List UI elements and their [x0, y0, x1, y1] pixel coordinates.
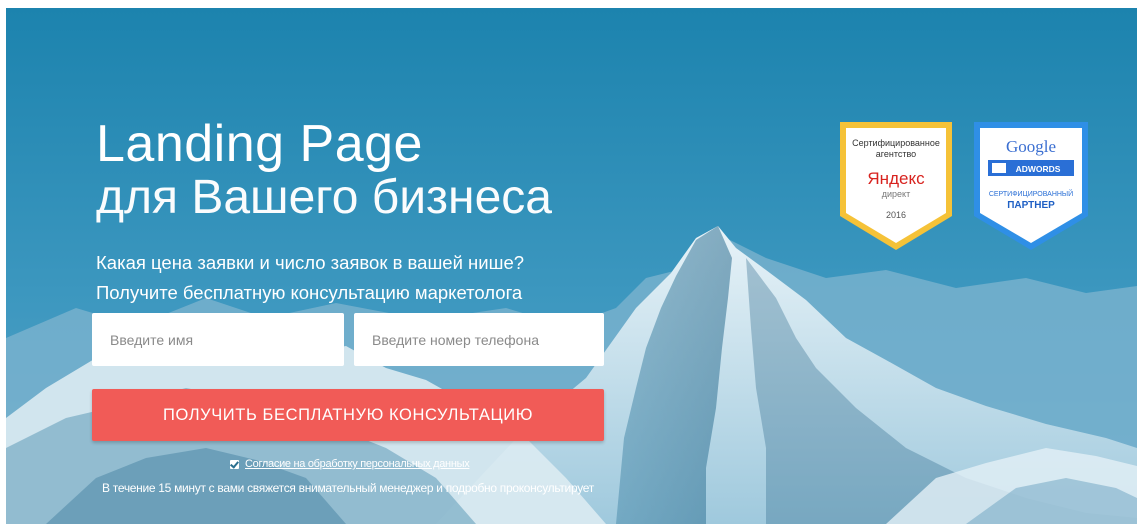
- headline-line2: для Вашего бизнеса: [96, 171, 552, 224]
- yandex-badge-year: 2016: [886, 210, 906, 220]
- consent-row: Согласие на обработку персональных данны…: [230, 458, 470, 470]
- subheadline-line2: Получите бесплатную консультацию маркето…: [96, 282, 523, 303]
- consent-link[interactable]: Согласие на обработку персональных данны…: [245, 458, 470, 470]
- yandex-badge-top-line2: агентство: [876, 149, 916, 159]
- yandex-certified-badge: Сертифицированное агентство Яндекс дирек…: [840, 122, 952, 250]
- subheadline: Какая цена заявки и число заявок в вашей…: [96, 248, 524, 308]
- headline: Landing Page для Вашего бизнеса: [96, 116, 552, 224]
- callback-note: В течение 15 минут с вами свяжется внима…: [102, 481, 594, 495]
- adwords-label: ADWORDS: [1016, 164, 1061, 174]
- yandex-badge-product: директ: [882, 189, 910, 199]
- phone-input[interactable]: [354, 313, 604, 366]
- google-badge-line1: СЕРТИФИЦИРОВАННЫЙ: [989, 189, 1073, 198]
- google-adwords-partner-badge: Google ADWORDS СЕРТИФИЦИРОВАННЫЙ ПАРТНЕР: [974, 122, 1088, 250]
- headline-line1: Landing Page: [96, 115, 423, 173]
- consent-checkbox[interactable]: [230, 459, 239, 469]
- hero-section: Сертифицированное агентство Яндекс дирек…: [6, 8, 1137, 524]
- google-logo: Google: [1006, 137, 1056, 156]
- get-free-consultation-button[interactable]: ПОЛУЧИТЬ БЕСПЛАТНУЮ КОНСУЛЬТАЦИЮ: [92, 389, 604, 441]
- yandex-badge-top-line1: Сертифицированное: [852, 138, 940, 148]
- google-badge-line2: ПАРТНЕР: [1007, 200, 1055, 211]
- subheadline-line1: Какая цена заявки и число заявок в вашей…: [96, 252, 525, 273]
- adwords-icon: [992, 163, 1006, 173]
- yandex-logo: Яндекс: [867, 169, 925, 188]
- name-input[interactable]: [92, 313, 344, 366]
